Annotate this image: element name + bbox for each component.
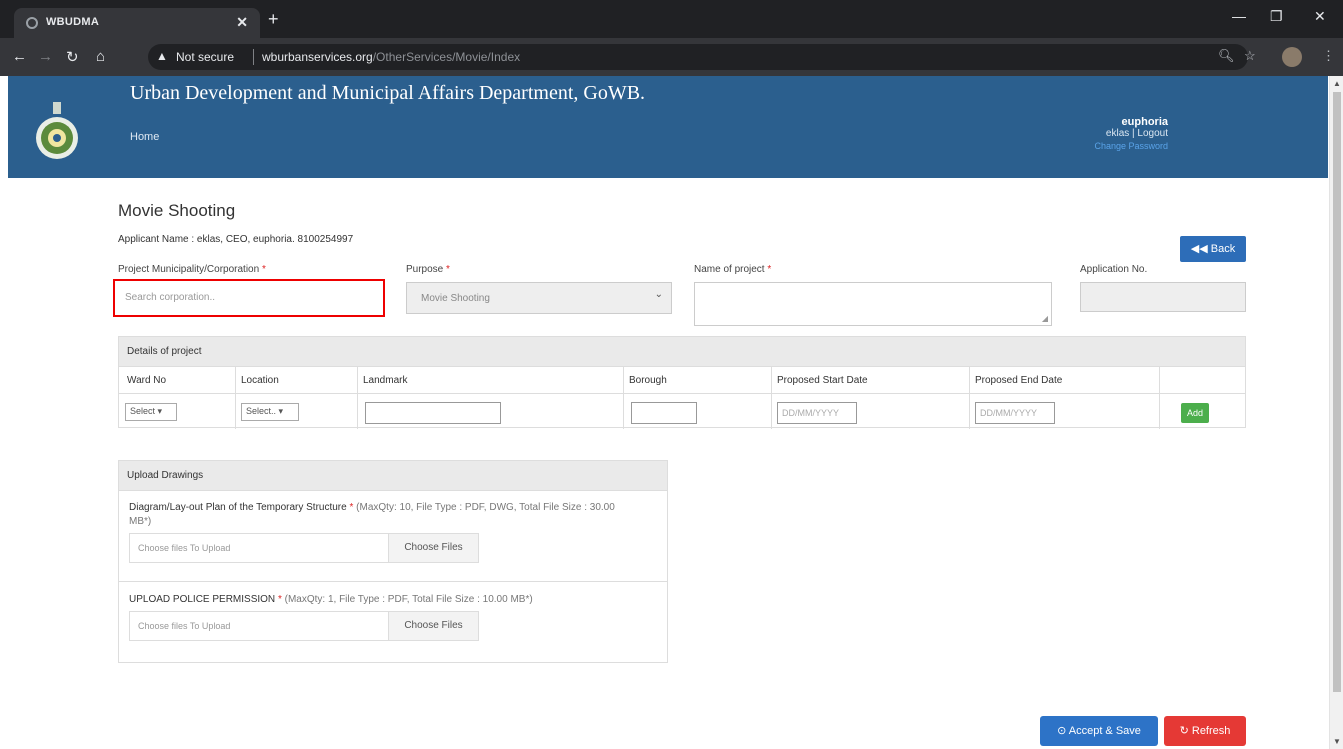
municipality-search-input[interactable]: Search corporation.. bbox=[113, 279, 385, 317]
url-omnibox[interactable]: ▲ Not secure wburbanservices.org/OtherSe… bbox=[148, 44, 1248, 70]
column-divider bbox=[623, 367, 624, 429]
refresh-icon: ↻ bbox=[1179, 725, 1189, 737]
omnibox-divider bbox=[253, 49, 254, 65]
details-panel: Details of project Ward No Location Land… bbox=[118, 336, 1246, 429]
close-window-icon[interactable]: ✕ bbox=[1314, 8, 1326, 25]
accept-save-button[interactable]: ⊙ Accept & Save bbox=[1040, 716, 1158, 746]
col-ward-no: Ward No bbox=[127, 375, 167, 386]
col-location: Location bbox=[241, 375, 279, 386]
col-end-date: Proposed End Date bbox=[975, 375, 1063, 386]
municipality-label: Project Municipality/Corporation * bbox=[118, 264, 266, 275]
government-emblem-icon bbox=[36, 102, 78, 159]
restore-icon[interactable]: ❐ bbox=[1270, 8, 1283, 25]
browser-address-bar: ← → ↻ ⌂ ▲ Not secure wburbanservices.org… bbox=[0, 38, 1343, 76]
upload-row-divider bbox=[119, 581, 667, 582]
choose-files-button[interactable]: Choose Files bbox=[388, 534, 478, 562]
project-name-label: Name of project * bbox=[694, 264, 772, 275]
end-date-input[interactable]: DD/MM/YYYY bbox=[975, 402, 1055, 424]
purpose-label: Purpose * bbox=[406, 264, 450, 275]
start-date-input[interactable]: DD/MM/YYYY bbox=[777, 402, 857, 424]
chevron-down-icon: ⌄ bbox=[654, 289, 663, 300]
borough-input[interactable] bbox=[631, 402, 697, 424]
scrollbar-thumb[interactable] bbox=[1333, 92, 1341, 692]
application-no-label: Application No. bbox=[1080, 264, 1148, 275]
browser-menu-icon[interactable]: ⋮ bbox=[1322, 48, 1335, 64]
col-start-date: Proposed Start Date bbox=[777, 375, 868, 386]
url-text[interactable]: wburbanservices.org/OtherServices/Movie/… bbox=[262, 50, 520, 64]
applicant-name: Applicant Name : eklas, CEO, euphoria. 8… bbox=[118, 234, 354, 245]
back-button[interactable]: ◀◀ Back bbox=[1180, 236, 1246, 262]
col-landmark: Landmark bbox=[363, 375, 408, 386]
col-borough: Borough bbox=[629, 375, 667, 386]
project-name-textarea[interactable]: ◢ bbox=[694, 282, 1052, 326]
page-viewport: Urban Development and Municipal Affairs … bbox=[0, 76, 1343, 749]
home-icon[interactable]: ⌂ bbox=[96, 48, 105, 65]
upload-heading: Upload Drawings bbox=[119, 461, 667, 491]
purpose-select[interactable]: Movie Shooting ⌄ bbox=[406, 282, 672, 314]
back-arrow-icon[interactable]: ← bbox=[12, 48, 27, 65]
minimize-icon[interactable]: — bbox=[1232, 8, 1246, 24]
scroll-down-icon[interactable]: ▼ bbox=[1333, 737, 1341, 746]
site-title: Urban Development and Municipal Affairs … bbox=[130, 82, 646, 104]
profile-avatar-icon[interactable] bbox=[1282, 47, 1302, 67]
choose-files-button[interactable]: Choose Files bbox=[388, 612, 478, 640]
layout-plan-file-input[interactable]: Choose files To Upload Choose Files bbox=[129, 533, 479, 563]
user-links[interactable]: eklas | Logout bbox=[1078, 128, 1168, 140]
reload-icon[interactable]: ↻ bbox=[66, 48, 79, 66]
browser-tab[interactable]: WBUDMA ✕ bbox=[14, 8, 260, 38]
landmark-input[interactable] bbox=[365, 402, 501, 424]
back-icon: ◀◀ bbox=[1190, 243, 1208, 255]
layout-plan-label: Diagram/Lay-out Plan of the Temporary St… bbox=[129, 502, 615, 527]
scroll-up-icon[interactable]: ▲ bbox=[1333, 79, 1341, 88]
warning-triangle-icon[interactable]: ▲ bbox=[156, 49, 168, 63]
application-no-input bbox=[1080, 282, 1246, 312]
username: euphoria bbox=[1121, 116, 1168, 128]
tab-title: WBUDMA bbox=[46, 16, 100, 28]
forward-arrow-icon[interactable]: → bbox=[38, 48, 53, 65]
refresh-button[interactable]: ↻ Refresh bbox=[1164, 716, 1246, 746]
column-divider bbox=[1159, 367, 1160, 429]
column-divider bbox=[969, 367, 970, 429]
column-divider bbox=[235, 367, 236, 429]
check-circle-icon: ⊙ bbox=[1057, 725, 1067, 737]
location-select[interactable]: Select.. ▾ bbox=[241, 403, 299, 421]
security-label: Not secure bbox=[176, 50, 235, 64]
upload-drawings-panel: Upload Drawings Diagram/Lay-out Plan of … bbox=[118, 460, 668, 663]
close-tab-icon[interactable]: ✕ bbox=[236, 14, 248, 31]
bookmark-star-icon[interactable]: ☆ bbox=[1244, 48, 1256, 64]
home-link[interactable]: Home bbox=[130, 131, 159, 143]
add-row-button[interactable]: Add bbox=[1181, 403, 1209, 423]
change-password-link[interactable]: Change Password bbox=[1078, 140, 1168, 152]
site-header: Urban Development and Municipal Affairs … bbox=[8, 76, 1328, 178]
page-title: Movie Shooting bbox=[118, 201, 236, 220]
police-permission-file-input[interactable]: Choose files To Upload Choose Files bbox=[129, 611, 479, 641]
resize-handle-icon[interactable]: ◢ bbox=[1042, 314, 1048, 323]
globe-icon bbox=[26, 17, 38, 29]
column-divider bbox=[357, 367, 358, 429]
police-permission-label: UPLOAD POLICE PERMISSION * (MaxQty: 1, F… bbox=[129, 594, 533, 605]
user-info: euphoria eklas | Logout Change Password bbox=[1078, 116, 1168, 152]
ward-select[interactable]: Select ▾ bbox=[125, 403, 177, 421]
zoom-icon[interactable]: 🔍︎ bbox=[1218, 48, 1235, 64]
details-table-header: Ward No Location Landmark Borough Propos… bbox=[119, 367, 1245, 394]
browser-tab-bar: WBUDMA ✕ + — ❐ ✕ bbox=[0, 0, 1343, 38]
column-divider bbox=[771, 367, 772, 429]
details-heading: Details of project bbox=[119, 337, 1245, 367]
page-scrollbar[interactable]: ▲ ▼ bbox=[1329, 76, 1343, 749]
new-tab-icon[interactable]: + bbox=[268, 9, 279, 30]
